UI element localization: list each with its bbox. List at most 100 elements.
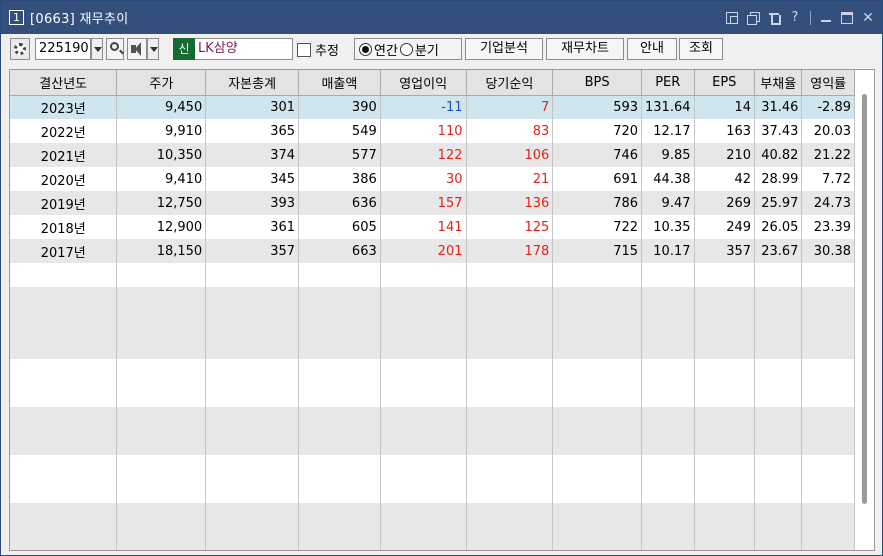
- table-cell[interactable]: [694, 383, 756, 407]
- table-cell[interactable]: 386: [298, 167, 381, 191]
- table-cell[interactable]: [754, 311, 803, 335]
- table-cell[interactable]: [801, 311, 855, 335]
- table-cell[interactable]: [552, 383, 643, 407]
- table-cell[interactable]: [205, 287, 300, 311]
- table-cell[interactable]: 2018년: [10, 215, 118, 239]
- table-cell[interactable]: 357: [694, 239, 756, 263]
- table-cell[interactable]: [641, 263, 695, 287]
- table-cell[interactable]: [694, 503, 756, 527]
- empty-row[interactable]: [10, 407, 855, 431]
- table-cell[interactable]: [116, 383, 207, 407]
- table-cell[interactable]: [552, 335, 643, 359]
- table-cell[interactable]: [10, 359, 118, 383]
- table-cell[interactable]: 201: [380, 239, 467, 263]
- table-cell[interactable]: 605: [298, 215, 381, 239]
- table-cell[interactable]: [694, 287, 756, 311]
- table-cell[interactable]: [298, 407, 381, 431]
- table-cell[interactable]: [552, 479, 643, 503]
- table-cell[interactable]: 361: [205, 215, 300, 239]
- table-row[interactable]: 2021년 10,350 374 577 122 106 746 9.85 210 40.82 21…: [10, 143, 855, 167]
- table-cell[interactable]: 9,410: [116, 167, 207, 191]
- table-cell[interactable]: [801, 455, 855, 479]
- table-cell[interactable]: [754, 359, 803, 383]
- table-cell[interactable]: 7.72: [801, 167, 855, 191]
- table-cell[interactable]: [466, 479, 554, 503]
- table-cell[interactable]: -2.89: [801, 95, 855, 119]
- table-cell[interactable]: 23.67: [754, 239, 803, 263]
- table-cell[interactable]: 2020년: [10, 167, 118, 191]
- table-cell[interactable]: [801, 479, 855, 503]
- table-cell[interactable]: [801, 359, 855, 383]
- financial-chart-button[interactable]: 재무차트: [546, 38, 624, 60]
- table-cell[interactable]: [694, 527, 756, 550]
- table-cell[interactable]: [380, 479, 467, 503]
- table-cell[interactable]: [205, 263, 300, 287]
- table-cell[interactable]: [466, 407, 554, 431]
- table-cell[interactable]: 249: [694, 215, 756, 239]
- table-cell[interactable]: 7: [466, 95, 554, 119]
- empty-row[interactable]: [10, 503, 855, 527]
- table-cell[interactable]: [205, 527, 300, 550]
- table-cell[interactable]: [694, 455, 756, 479]
- new-window-icon[interactable]: [747, 11, 760, 25]
- table-cell[interactable]: 722: [552, 215, 643, 239]
- table-cell[interactable]: [641, 407, 695, 431]
- table-cell[interactable]: [694, 335, 756, 359]
- empty-row[interactable]: [10, 311, 855, 335]
- table-cell[interactable]: [380, 335, 467, 359]
- table-cell[interactable]: 691: [552, 167, 643, 191]
- table-cell[interactable]: 21: [466, 167, 554, 191]
- table-cell[interactable]: [466, 383, 554, 407]
- table-cell[interactable]: [116, 455, 207, 479]
- table-cell[interactable]: 746: [552, 143, 643, 167]
- table-cell[interactable]: [380, 287, 467, 311]
- table-cell[interactable]: [298, 527, 381, 550]
- table-cell[interactable]: [116, 287, 207, 311]
- table-cell[interactable]: [754, 431, 803, 455]
- table-cell[interactable]: [205, 383, 300, 407]
- table-cell[interactable]: [298, 431, 381, 455]
- table-cell[interactable]: 636: [298, 191, 381, 215]
- table-cell[interactable]: [466, 527, 554, 550]
- table-row[interactable]: 2020년 9,410 345 386 30 21 691 44.38 42 28.99 7.72: [10, 167, 855, 191]
- header-cell[interactable]: BPS: [552, 70, 643, 96]
- table-cell[interactable]: [801, 527, 855, 550]
- help-icon[interactable]: ?: [789, 11, 801, 24]
- table-cell[interactable]: [466, 431, 554, 455]
- financial-grid[interactable]: 결산년도 주가 자본총계 매출액 영업이익 당기순익 BPS PER EPS 부…: [9, 69, 875, 551]
- table-cell[interactable]: 365: [205, 119, 300, 143]
- table-cell[interactable]: 14: [694, 95, 756, 119]
- table-cell[interactable]: [10, 383, 118, 407]
- table-cell[interactable]: 549: [298, 119, 381, 143]
- table-cell[interactable]: 10,350: [116, 143, 207, 167]
- table-cell[interactable]: 9,450: [116, 95, 207, 119]
- table-cell[interactable]: 26.05: [754, 215, 803, 239]
- table-cell[interactable]: [205, 407, 300, 431]
- table-cell[interactable]: [116, 359, 207, 383]
- table-cell[interactable]: [754, 335, 803, 359]
- estimate-checkbox[interactable]: 추정: [297, 40, 339, 59]
- table-cell[interactable]: [552, 287, 643, 311]
- table-cell[interactable]: [10, 503, 118, 527]
- table-cell[interactable]: [552, 407, 643, 431]
- table-cell[interactable]: [754, 263, 803, 287]
- table-cell[interactable]: [298, 503, 381, 527]
- table-cell[interactable]: [205, 503, 300, 527]
- table-cell[interactable]: [298, 287, 381, 311]
- table-cell[interactable]: 24.73: [801, 191, 855, 215]
- header-cell[interactable]: 부채율: [754, 70, 803, 96]
- table-cell[interactable]: [552, 527, 643, 550]
- table-cell[interactable]: [694, 479, 756, 503]
- voice-button[interactable]: [127, 38, 147, 60]
- table-cell[interactable]: [380, 359, 467, 383]
- table-cell[interactable]: [694, 359, 756, 383]
- maximize-icon[interactable]: [841, 11, 853, 24]
- table-cell[interactable]: 31.46: [754, 95, 803, 119]
- empty-row[interactable]: [10, 479, 855, 503]
- table-cell[interactable]: [116, 431, 207, 455]
- table-cell[interactable]: 2019년: [10, 191, 118, 215]
- table-cell[interactable]: [298, 263, 381, 287]
- table-cell[interactable]: 25.97: [754, 191, 803, 215]
- table-cell[interactable]: [694, 407, 756, 431]
- table-row[interactable]: 2019년 12,750 393 636 157 136 786 9.47 269 25.97 24…: [10, 191, 855, 215]
